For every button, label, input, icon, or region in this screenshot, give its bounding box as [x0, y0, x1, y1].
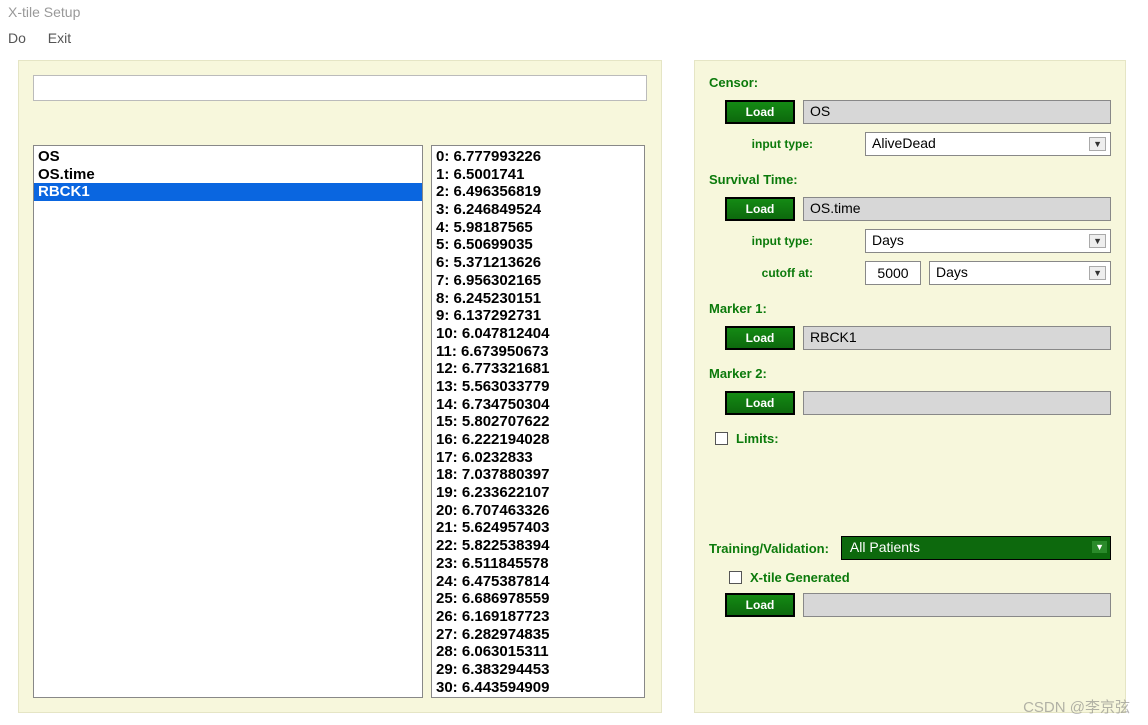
marker2-label: Marker 2:: [709, 366, 1111, 381]
value-item[interactable]: 4: 5.98187565: [436, 219, 640, 237]
value-item[interactable]: 6: 5.371213626: [436, 254, 640, 272]
survival-section: Survival Time: Load OS.time input type: …: [709, 172, 1111, 285]
censor-input-type-label: input type:: [709, 137, 817, 151]
value-item[interactable]: 21: 5.624957403: [436, 519, 640, 537]
training-select[interactable]: All Patients: [841, 536, 1111, 560]
censor-load-button[interactable]: Load: [725, 100, 795, 124]
training-row: Training/Validation: All Patients: [709, 536, 1111, 560]
value-item[interactable]: 18: 7.037880397: [436, 466, 640, 484]
marker1-label: Marker 1:: [709, 301, 1111, 316]
marker2-section: Marker 2: Load: [709, 366, 1111, 415]
value-item[interactable]: 29: 6.383294453: [436, 661, 640, 679]
survival-cutoff-value[interactable]: 5000: [865, 261, 921, 285]
window-title: X-tile Setup: [0, 0, 1148, 24]
variable-item[interactable]: OS: [38, 148, 418, 166]
value-item[interactable]: 17: 6.0232833: [436, 449, 640, 467]
censor-section: Censor: Load OS input type: AliveDead: [709, 75, 1111, 156]
limits-checkbox[interactable]: [715, 432, 728, 445]
menu-do[interactable]: Do: [8, 30, 26, 46]
value-item[interactable]: 5: 6.50699035: [436, 236, 640, 254]
values-list[interactable]: 0: 6.7779932261: 6.50017412: 6.496356819…: [431, 145, 645, 698]
value-item[interactable]: 20: 6.707463326: [436, 502, 640, 520]
value-item[interactable]: 8: 6.245230151: [436, 290, 640, 308]
value-item[interactable]: 25: 6.686978559: [436, 590, 640, 608]
censor-label: Censor:: [709, 75, 1111, 90]
settings-panel: Censor: Load OS input type: AliveDead Su…: [694, 60, 1126, 713]
value-item[interactable]: 12: 6.773321681: [436, 360, 640, 378]
survival-label: Survival Time:: [709, 172, 1111, 187]
survival-input-type-select[interactable]: Days: [865, 229, 1111, 253]
search-input[interactable]: [33, 75, 647, 101]
variable-item[interactable]: OS.time: [38, 166, 418, 184]
survival-input-type-label: input type:: [709, 234, 817, 248]
value-item[interactable]: 1: 6.5001741: [436, 166, 640, 184]
value-item[interactable]: 15: 5.802707622: [436, 413, 640, 431]
marker1-load-button[interactable]: Load: [725, 326, 795, 350]
menu-exit[interactable]: Exit: [48, 30, 71, 46]
marker1-section: Marker 1: Load RBCK1: [709, 301, 1111, 350]
training-field[interactable]: [803, 593, 1111, 617]
value-item[interactable]: 28: 6.063015311: [436, 643, 640, 661]
value-item[interactable]: 2: 6.496356819: [436, 183, 640, 201]
value-item[interactable]: 10: 6.047812404: [436, 325, 640, 343]
survival-cutoff-unit-select[interactable]: Days: [929, 261, 1111, 285]
training-load-button[interactable]: Load: [725, 593, 795, 617]
value-item[interactable]: 13: 5.563033779: [436, 378, 640, 396]
value-item[interactable]: 11: 6.673950673: [436, 343, 640, 361]
censor-input-type-select[interactable]: AliveDead: [865, 132, 1111, 156]
value-item[interactable]: 26: 6.169187723: [436, 608, 640, 626]
xtile-gen-row: X-tile Generated: [729, 570, 1111, 585]
limits-label: Limits:: [736, 431, 779, 446]
limits-row: Limits:: [715, 431, 1111, 446]
variable-item[interactable]: RBCK1: [34, 183, 422, 201]
survival-field[interactable]: OS.time: [803, 197, 1111, 221]
survival-cutoff-label: cutoff at:: [709, 266, 817, 280]
value-item[interactable]: 3: 6.246849524: [436, 201, 640, 219]
marker2-field[interactable]: [803, 391, 1111, 415]
marker1-field[interactable]: RBCK1: [803, 326, 1111, 350]
value-item[interactable]: 0: 6.777993226: [436, 148, 640, 166]
marker2-load-button[interactable]: Load: [725, 391, 795, 415]
value-item[interactable]: 30: 6.443594909: [436, 679, 640, 697]
survival-load-button[interactable]: Load: [725, 197, 795, 221]
value-item[interactable]: 22: 5.822538394: [436, 537, 640, 555]
value-item[interactable]: 24: 6.475387814: [436, 573, 640, 591]
training-label: Training/Validation:: [709, 541, 829, 556]
censor-field[interactable]: OS: [803, 100, 1111, 124]
xtile-gen-checkbox[interactable]: [729, 571, 742, 584]
value-item[interactable]: 27: 6.282974835: [436, 626, 640, 644]
value-item[interactable]: 23: 6.511845578: [436, 555, 640, 573]
menu-bar: Do Exit: [0, 24, 1148, 52]
data-panel: OSOS.timeRBCK1 0: 6.7779932261: 6.500174…: [18, 60, 662, 713]
value-item[interactable]: 19: 6.233622107: [436, 484, 640, 502]
variables-list[interactable]: OSOS.timeRBCK1: [33, 145, 423, 698]
value-item[interactable]: 9: 6.137292731: [436, 307, 640, 325]
value-item[interactable]: 14: 6.734750304: [436, 396, 640, 414]
value-item[interactable]: 7: 6.956302165: [436, 272, 640, 290]
xtile-gen-label: X-tile Generated: [750, 570, 850, 585]
value-item[interactable]: 16: 6.222194028: [436, 431, 640, 449]
